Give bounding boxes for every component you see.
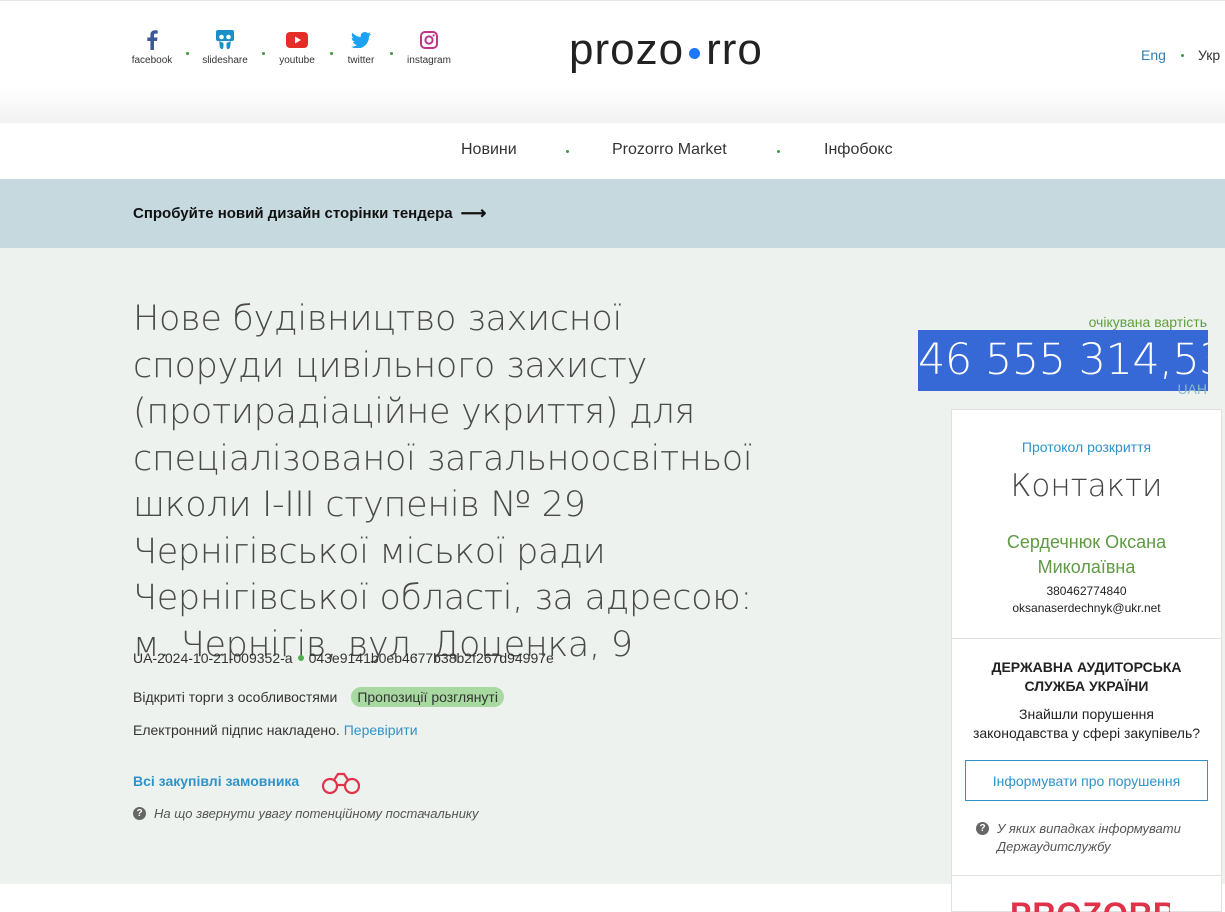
logo-text-left: prozo	[569, 25, 685, 74]
nav-separator	[777, 150, 780, 153]
slideshare-link[interactable]: slideshare	[190, 29, 260, 66]
main-nav: Новини Prozorro Market Інфобокс	[0, 123, 1225, 179]
logo-dot	[689, 47, 701, 59]
expected-value: 46 555 314,53	[918, 330, 1208, 391]
tender-identifiers: UA-2024-10-21-009352-a 043e9141b0eb4677b…	[133, 650, 554, 666]
supplier-hint-text: На що звернути увагу потенційному постач…	[154, 806, 479, 821]
binoculars-icon[interactable]	[320, 771, 362, 795]
instagram-icon	[418, 29, 440, 51]
tender-title: Нове будівництво захисної споруди цивіль…	[133, 299, 753, 665]
violation-question-line1: Знайшли порушення	[1019, 706, 1154, 722]
prozorro-brand-logo: PROZORRO	[1010, 895, 1202, 912]
twitter-label: twitter	[347, 55, 375, 66]
status-badge: Пропозиції розглянуті	[351, 687, 504, 707]
report-violation-button[interactable]: Інформувати про порушення	[965, 760, 1208, 801]
nav-item-infobox[interactable]: Інфобокс	[824, 141, 893, 159]
when-to-report-text: У яких випадках інформувати Держаудитслу…	[997, 821, 1181, 854]
facebook-link[interactable]: facebook	[117, 29, 187, 66]
tender-id: UA-2024-10-21-009352-a	[133, 650, 293, 666]
contact-phone: 380462774840	[1046, 584, 1127, 598]
instagram-link[interactable]: instagram	[394, 29, 464, 66]
opening-protocol-link[interactable]: Протокол розкриття	[952, 439, 1221, 455]
contact-name-line2: Миколаївна	[1037, 557, 1136, 577]
divider	[952, 875, 1221, 876]
procedure-type: Відкриті торги з особливостями	[133, 689, 338, 705]
slideshare-label: slideshare	[202, 55, 248, 66]
question-icon: ?	[133, 807, 146, 820]
all-purchases-link[interactable]: Всі закупівлі замовника	[133, 773, 299, 789]
arrow-right-icon: ⟶	[460, 203, 487, 223]
signature-text: Електронний підпис накладено.	[133, 722, 340, 738]
divider	[952, 638, 1221, 639]
currency-label: UAH	[1177, 381, 1207, 397]
when-to-report-hint[interactable]: ? У яких випадках інформувати Держаудитс…	[976, 820, 1206, 856]
contact-name: Сердечнюк Оксана Миколаївна	[952, 530, 1221, 580]
audit-service-line1: ДЕРЖАВНА АУДИТОРСЬКА	[991, 659, 1182, 675]
site-header: facebook slideshare youtube twitter inst…	[0, 0, 1225, 123]
audit-service-line2: СЛУЖБА УКРАЇНИ	[1024, 678, 1149, 694]
lang-english[interactable]: Eng	[1141, 47, 1166, 63]
twitter-link[interactable]: twitter	[326, 29, 396, 66]
lang-separator	[1181, 54, 1184, 57]
expected-value-label: очікувана вартість	[1088, 314, 1207, 330]
youtube-link[interactable]: youtube	[262, 29, 332, 66]
contact-name-line1: Сердечнюк Оксана	[1006, 532, 1167, 552]
id-separator-dot	[297, 655, 304, 661]
svg-text:PROZORRO: PROZORRO	[1010, 896, 1170, 912]
violation-question: Знайшли порушення законодавства у сфері …	[952, 705, 1221, 743]
facebook-icon	[141, 29, 163, 51]
social-separator	[390, 52, 393, 55]
slideshare-icon	[214, 29, 236, 51]
procedure-row: Відкриті торги з особливостями Пропозиці…	[133, 687, 504, 707]
violation-question-line2: законодавства у сфері закупівель?	[972, 725, 1201, 741]
verify-signature-link[interactable]: Перевірити	[344, 722, 418, 738]
nav-item-news[interactable]: Новини	[461, 141, 517, 159]
supplier-hint[interactable]: ? На що звернути увагу потенційному пост…	[133, 806, 479, 821]
twitter-icon	[350, 29, 372, 51]
youtube-icon	[286, 29, 308, 51]
nav-separator	[566, 150, 569, 153]
facebook-label: facebook	[131, 55, 173, 66]
instagram-label: instagram	[407, 55, 451, 66]
audit-service-name: ДЕРЖАВНА АУДИТОРСЬКА СЛУЖБА УКРАЇНИ	[952, 658, 1221, 696]
new-design-text: Спробуйте новий дизайн сторінки тендера	[133, 205, 453, 222]
contacts-title: Контакти	[1010, 468, 1163, 504]
logo-text-right: rro	[706, 25, 763, 74]
youtube-label: youtube	[279, 55, 315, 66]
contact-email: oksanaserdechnyk@ukr.net	[1012, 601, 1161, 615]
new-design-link[interactable]: Спробуйте новий дизайн сторінки тендера …	[133, 203, 486, 224]
tender-hash: 043e9141b0eb4677b38b2f267d94997e	[308, 650, 554, 666]
question-icon: ?	[976, 822, 989, 835]
prozorro-logo[interactable]: prozo rro	[569, 25, 763, 75]
signature-row: Електронний підпис накладено. Перевірити	[133, 722, 418, 738]
social-separator	[186, 52, 189, 55]
contacts-card: Протокол розкриття Контакти Сердечнюк Ок…	[951, 409, 1222, 912]
nav-item-market[interactable]: Prozorro Market	[612, 141, 727, 159]
new-design-banner: Спробуйте новий дизайн сторінки тендера …	[0, 179, 1225, 248]
lang-ukrainian[interactable]: Укр	[1198, 47, 1220, 63]
